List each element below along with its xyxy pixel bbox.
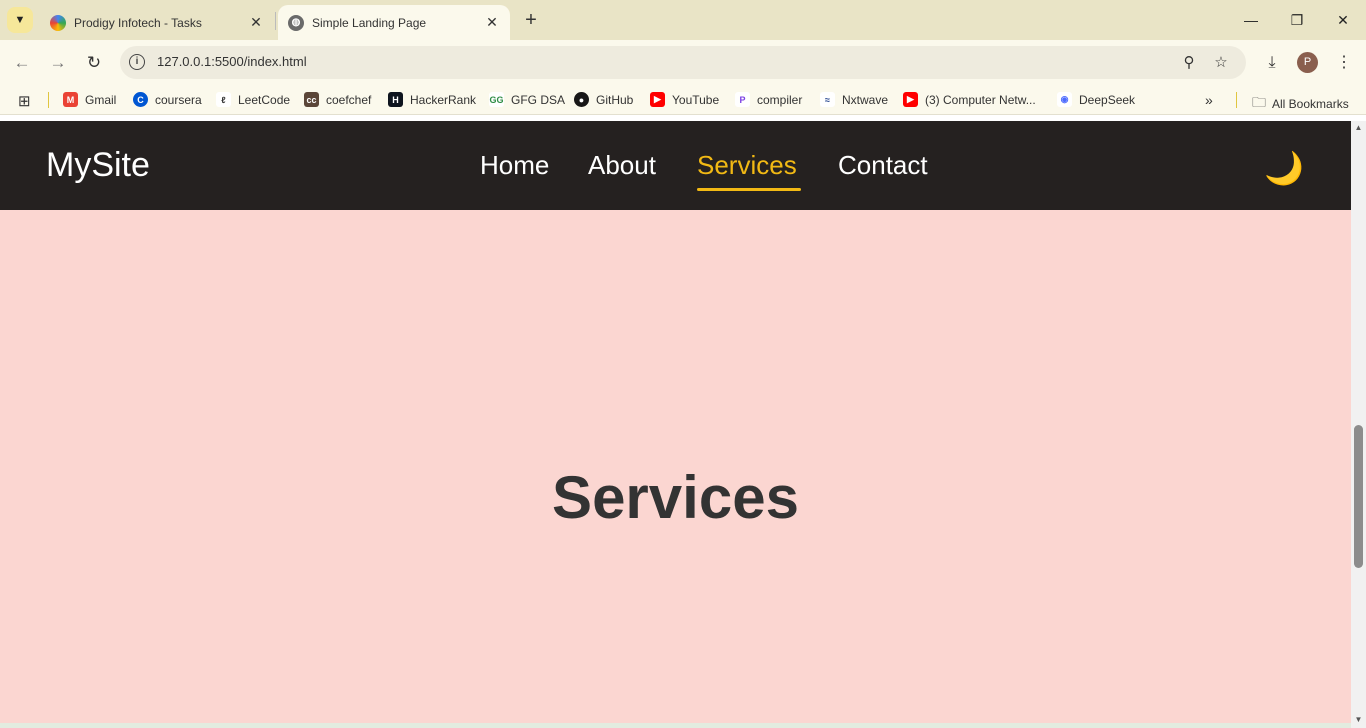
browser-window: ▼ Prodigy Infotech - Tasks ✕ ◍ Simple La… (0, 0, 1366, 728)
bookmark-label: LeetCode (238, 92, 291, 107)
site-info-icon[interactable]: i (129, 54, 145, 70)
site-logo[interactable]: MySite (46, 146, 150, 185)
coursera-icon: C (133, 92, 148, 107)
close-window-icon[interactable]: ✕ (1331, 8, 1355, 32)
more-bookmarks-icon[interactable]: » (1205, 92, 1213, 108)
bookmark-label: Nxtwave (842, 92, 889, 107)
bookmark-coursera[interactable]: C coursera (133, 92, 202, 107)
bookmark-codechef[interactable]: cc coefchef (304, 92, 371, 107)
avatar[interactable]: P (1297, 52, 1318, 73)
download-icon[interactable]: ⤓ (1261, 52, 1283, 74)
bookmark-label: compiler (757, 92, 803, 107)
leetcode-icon: ℓ (216, 92, 231, 107)
deepseek-icon: ◉ (1057, 92, 1072, 107)
bookmark-gfg-dsa[interactable]: GG GFG DSA (489, 92, 565, 107)
active-nav-underline (697, 188, 801, 191)
tab-title: Prodigy Infotech - Tasks (74, 15, 202, 30)
tab-strip: ▼ Prodigy Infotech - Tasks ✕ ◍ Simple La… (0, 0, 1366, 40)
site-header: MySite Home About Services Contact 🌙 (0, 121, 1351, 210)
browser-toolbar: ← → ↻ i 127.0.0.1:5500/index.html ⚲ ☆ ⤓ … (0, 40, 1366, 86)
bookmark-computer-networks[interactable]: ▶ (3) Computer Netw... (903, 92, 1036, 107)
address-bar[interactable]: i 127.0.0.1:5500/index.html ⚲ ☆ (120, 46, 1246, 79)
bookmark-label: coefchef (326, 92, 372, 107)
tab-divider (275, 12, 276, 30)
url-text[interactable]: 127.0.0.1:5500/index.html (157, 54, 307, 69)
bookmark-label: DeepSeek (1079, 92, 1136, 107)
nav-link-home[interactable]: Home (480, 150, 549, 181)
bookmark-gmail[interactable]: M Gmail (63, 92, 116, 107)
folder-icon: 🗀 (1252, 94, 1266, 110)
prodigy-favicon-icon (50, 14, 66, 31)
scrollbar-thumb[interactable] (1354, 425, 1363, 568)
close-icon[interactable]: ✕ (484, 14, 500, 31)
page-bottom-edge (0, 723, 1351, 728)
bookmark-label: GitHub (596, 92, 634, 107)
star-icon[interactable]: ☆ (1211, 53, 1231, 73)
bookmark-nxtwave[interactable]: ≈ Nxtwave (820, 92, 888, 107)
bookmark-label: GFG DSA (511, 92, 566, 107)
gfg-icon: GG (489, 92, 504, 107)
bookmark-label: (3) Computer Netw... (925, 92, 1036, 107)
bookmark-deepseek[interactable]: ◉ DeepSeek (1057, 92, 1135, 107)
close-icon[interactable]: ✕ (248, 14, 264, 31)
bookmark-compiler[interactable]: P compiler (735, 92, 802, 107)
nav-link-about[interactable]: About (588, 150, 656, 181)
codechef-icon: cc (304, 92, 319, 107)
back-icon[interactable]: ← (11, 52, 33, 74)
bookmark-github[interactable]: ● GitHub (574, 92, 633, 107)
bookmarks-bar: ⊞ M Gmail C coursera ℓ LeetCode cc coefc… (0, 86, 1366, 115)
page-viewport: MySite Home About Services Contact 🌙 Ser… (0, 121, 1366, 728)
new-tab-button[interactable]: + (520, 9, 542, 31)
all-bookmarks-button[interactable]: 🗀 All Bookmarks (1252, 92, 1349, 116)
gmail-icon: M (63, 92, 78, 107)
bookmark-label: Gmail (85, 92, 117, 107)
youtube-icon: ▶ (650, 92, 665, 107)
zoom-icon[interactable]: ⚲ (1179, 53, 1199, 73)
chevron-down-icon: ▼ (14, 14, 26, 26)
bookmark-youtube[interactable]: ▶ YouTube (650, 92, 719, 107)
minimize-icon[interactable]: — (1239, 8, 1263, 32)
all-bookmarks-label: All Bookmarks (1272, 97, 1349, 111)
youtube-icon: ▶ (903, 92, 918, 107)
section-title: Services (552, 464, 799, 531)
bookmarks-divider (1236, 92, 1237, 108)
github-icon: ● (574, 92, 589, 107)
nxtwave-icon: ≈ (820, 92, 835, 107)
moon-icon[interactable]: 🌙 (1264, 148, 1304, 188)
tab-simple-landing-page[interactable]: ◍ Simple Landing Page ✕ (278, 5, 510, 40)
globe-icon: ◍ (288, 14, 304, 31)
nav-link-contact[interactable]: Contact (838, 150, 928, 181)
menu-icon[interactable]: ⋮ (1333, 52, 1355, 74)
hackerrank-icon: H (388, 92, 403, 107)
restore-icon[interactable]: ❐ (1285, 8, 1309, 32)
forward-icon[interactable]: → (47, 52, 69, 74)
reload-icon[interactable]: ↻ (83, 52, 105, 74)
nav-link-services[interactable]: Services (697, 150, 797, 181)
scroll-up-icon[interactable]: ▲ (1351, 123, 1366, 135)
bookmark-label: coursera (155, 92, 202, 107)
tab-title: Simple Landing Page (312, 15, 427, 30)
scrollbar[interactable]: ▲ ▼ (1351, 121, 1366, 728)
scroll-down-icon[interactable]: ▼ (1351, 715, 1366, 727)
tab-prodigy-infotech[interactable]: Prodigy Infotech - Tasks ✕ (40, 5, 274, 40)
bookmark-leetcode[interactable]: ℓ LeetCode (216, 92, 290, 107)
bookmarks-divider (48, 92, 49, 108)
bookmark-hackerrank[interactable]: H HackerRank (388, 92, 476, 107)
bookmark-label: HackerRank (410, 92, 477, 107)
apps-icon[interactable]: ⊞ (18, 92, 31, 110)
compiler-icon: P (735, 92, 750, 107)
bookmark-label: YouTube (672, 92, 720, 107)
tab-search-button[interactable]: ▼ (7, 7, 33, 33)
